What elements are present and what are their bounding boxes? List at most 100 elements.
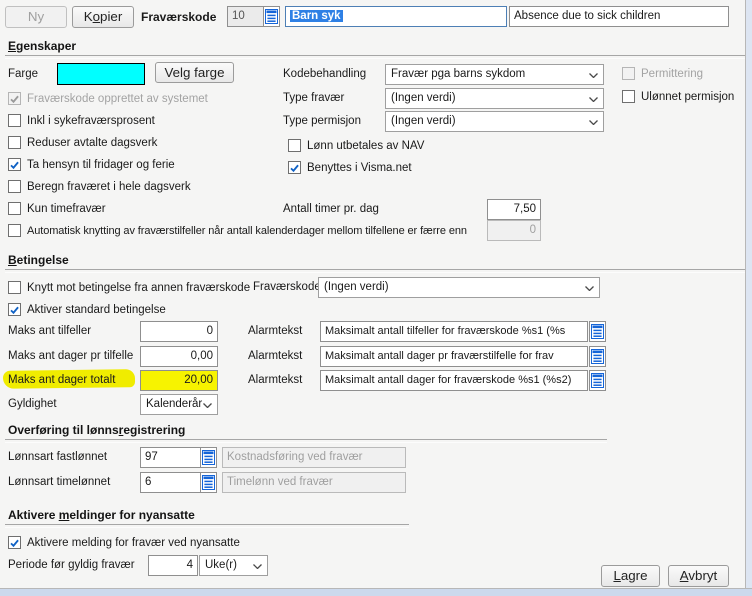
alarm-text-input-1[interactable]: Maksimalt antall tilfeller for fraværsko… bbox=[320, 321, 588, 342]
checkbox-hourly-absence-only[interactable]: Kun timefravær bbox=[8, 202, 106, 215]
checkbox-label: Aktivere melding for fravær ved nyansatt… bbox=[27, 536, 240, 549]
max-cases-input[interactable]: 0 bbox=[140, 321, 218, 342]
checkbox-activate-message-new-employees[interactable]: Aktivere melding for fravær ved nyansatt… bbox=[8, 536, 240, 549]
chevron-down-icon bbox=[588, 72, 599, 79]
validity-label: Gyldighet bbox=[8, 398, 57, 410]
checkbox-box bbox=[8, 114, 21, 127]
checkbox-box bbox=[8, 281, 21, 294]
period-unit-select[interactable]: Uke(r) bbox=[199, 555, 268, 576]
max-days-per-case-input[interactable]: 0,00 bbox=[140, 346, 218, 367]
choose-color-button[interactable]: Velg farge bbox=[155, 62, 234, 83]
color-swatch bbox=[57, 63, 145, 85]
checkbox-box bbox=[622, 67, 635, 80]
checkbox-label: Lønn utbetales av NAV bbox=[307, 139, 425, 152]
absence-code-lookup-button[interactable] bbox=[263, 6, 280, 27]
checkbox-label: Automatisk knytting av fraværstilfeller … bbox=[27, 224, 467, 237]
section-title-overforing: Overføring til lønnsregistrering bbox=[8, 423, 186, 437]
check-icon bbox=[290, 163, 299, 172]
selected-text: Barn syk bbox=[290, 10, 343, 22]
checkbox-incl-sick-leave-percent[interactable]: Inkl i sykefraværsprosent bbox=[8, 114, 155, 127]
alarm-text-label: Alarmtekst bbox=[248, 350, 303, 362]
copy-button[interactable]: Kopier bbox=[72, 6, 134, 28]
checkbox-label: Ulønnet permisjon bbox=[641, 90, 735, 103]
checkbox-layoff[interactable]: Permittering bbox=[622, 67, 703, 80]
checkbox-reduce-agreed-workdays[interactable]: Reduser avtalte dagsverk bbox=[8, 136, 157, 149]
code-handling-label: Kodebehandling bbox=[283, 68, 367, 80]
selected-value: Kalenderår bbox=[146, 398, 203, 410]
chevron-down-icon bbox=[252, 563, 263, 570]
lookup-list-icon bbox=[591, 373, 604, 388]
max-days-total-input[interactable]: 20,00 bbox=[140, 370, 218, 391]
pay-type-salaried-description: Kostnadsføring ved fravær bbox=[222, 447, 406, 468]
pay-type-salaried-lookup-button[interactable] bbox=[200, 447, 217, 468]
checkbox-used-in-vismanet[interactable]: Benyttes i Visma.net bbox=[288, 161, 412, 174]
checkbox-box bbox=[288, 161, 301, 174]
checkbox-unpaid-leave[interactable]: Ulønnet permisjon bbox=[622, 90, 734, 103]
check-icon bbox=[10, 538, 19, 547]
checkbox-auto-link-absence-cases[interactable]: Automatisk knytting av fraværstilfeller … bbox=[8, 224, 467, 237]
pay-type-hourly-lookup-button[interactable] bbox=[200, 472, 217, 493]
section-title-egenskaper: Egenskaper bbox=[8, 39, 77, 53]
save-button[interactable]: Lagre bbox=[601, 565, 660, 587]
checkbox-activate-standard-condition[interactable]: Aktiver standard betingelse bbox=[8, 303, 166, 316]
selected-value: Fravær pga barns sykdom bbox=[391, 68, 526, 80]
checkbox-label: Beregn fraværet i hele dagsverk bbox=[27, 180, 191, 193]
absence-type-select[interactable]: (Ingen verdi) bbox=[385, 88, 604, 109]
leave-type-select[interactable]: (Ingen verdi) bbox=[385, 111, 604, 132]
condition-code-select[interactable]: (Ingen verdi) bbox=[318, 277, 600, 298]
leave-type-label: Type permisjon bbox=[283, 115, 361, 127]
cancel-button[interactable]: Avbryt bbox=[668, 565, 729, 587]
checkbox-box bbox=[8, 180, 21, 193]
alarm-text-input-3[interactable]: Maksimalt antall dager for fraværskode %… bbox=[320, 370, 588, 391]
alarm-text-lookup-button-2[interactable] bbox=[589, 346, 606, 367]
alarm-text-lookup-button-3[interactable] bbox=[589, 370, 606, 391]
alarm-text-label: Alarmtekst bbox=[248, 374, 303, 386]
checkbox-label: Aktiver standard betingelse bbox=[27, 303, 166, 316]
pay-type-salaried-input[interactable]: 97 bbox=[140, 447, 201, 468]
selected-value: (Ingen verdi) bbox=[391, 115, 456, 127]
absence-name-input[interactable]: Barn syk bbox=[285, 6, 507, 27]
validity-select[interactable]: Kalenderår bbox=[140, 394, 218, 415]
color-label: Farge bbox=[8, 68, 39, 80]
auto-link-days-input[interactable]: 0 bbox=[487, 220, 541, 241]
checkbox-label: Knytt mot betingelse fra annen fraværsko… bbox=[27, 281, 251, 294]
checkbox-label: Inkl i sykefraværsprosent bbox=[27, 114, 155, 127]
max-days-total-label: Maks ant dager totalt bbox=[8, 374, 116, 386]
checkbox-label: Benyttes i Visma.net bbox=[307, 161, 412, 174]
selected-value: Uke(r) bbox=[205, 559, 237, 571]
checkbox-created-by-system[interactable]: Fraværskode opprettet av systemet bbox=[8, 92, 208, 105]
checkbox-box bbox=[288, 139, 301, 152]
selected-value: (Ingen verdi) bbox=[391, 92, 456, 104]
alarm-text-input-2[interactable]: Maksimalt antall dager pr fraværstilfell… bbox=[320, 346, 588, 367]
alarm-text-lookup-button-1[interactable] bbox=[589, 321, 606, 342]
checkbox-paid-by-nav[interactable]: Lønn utbetales av NAV bbox=[288, 139, 424, 152]
pay-type-salaried-label: Lønnsart fastlønnet bbox=[8, 451, 108, 463]
check-icon bbox=[10, 160, 19, 169]
checkbox-box bbox=[8, 158, 21, 171]
checkbox-link-other-condition[interactable]: Knytt mot betingelse fra annen fraværsko… bbox=[8, 281, 250, 294]
checkbox-calc-whole-workdays[interactable]: Beregn fraværet i hele dagsverk bbox=[8, 180, 191, 193]
period-before-valid-input[interactable]: 4 bbox=[148, 555, 198, 576]
checkbox-consider-holidays[interactable]: Ta hensyn til fridager og ferie bbox=[8, 158, 175, 171]
check-icon bbox=[10, 305, 19, 314]
pay-type-hourly-description: Timelønn ved fravær bbox=[222, 472, 406, 493]
section-title-betingelse: Betingelse bbox=[8, 253, 69, 267]
new-button[interactable]: Ny bbox=[5, 6, 67, 28]
section-divider bbox=[5, 55, 745, 59]
lookup-list-icon bbox=[591, 324, 604, 339]
hours-per-day-input[interactable]: 7,50 bbox=[487, 199, 541, 220]
absence-description-input[interactable]: Absence due to sick children bbox=[509, 6, 729, 27]
chevron-down-icon bbox=[584, 285, 595, 292]
checkbox-box bbox=[8, 536, 21, 549]
absence-code-input[interactable]: 10 bbox=[227, 6, 264, 27]
lookup-list-icon bbox=[202, 475, 215, 490]
checkbox-label: Ta hensyn til fridager og ferie bbox=[27, 158, 175, 171]
chevron-down-icon bbox=[588, 119, 599, 126]
lookup-list-icon bbox=[202, 450, 215, 465]
code-handling-select[interactable]: Fravær pga barns sykdom bbox=[385, 64, 604, 85]
lookup-list-icon bbox=[591, 349, 604, 364]
checkbox-label: Kun timefravær bbox=[27, 202, 106, 215]
absence-code-form: Ny Kopier Fraværskode 10 Barn syk Absenc… bbox=[0, 0, 752, 596]
checkbox-label: Reduser avtalte dagsverk bbox=[27, 136, 158, 149]
pay-type-hourly-input[interactable]: 6 bbox=[140, 472, 201, 493]
